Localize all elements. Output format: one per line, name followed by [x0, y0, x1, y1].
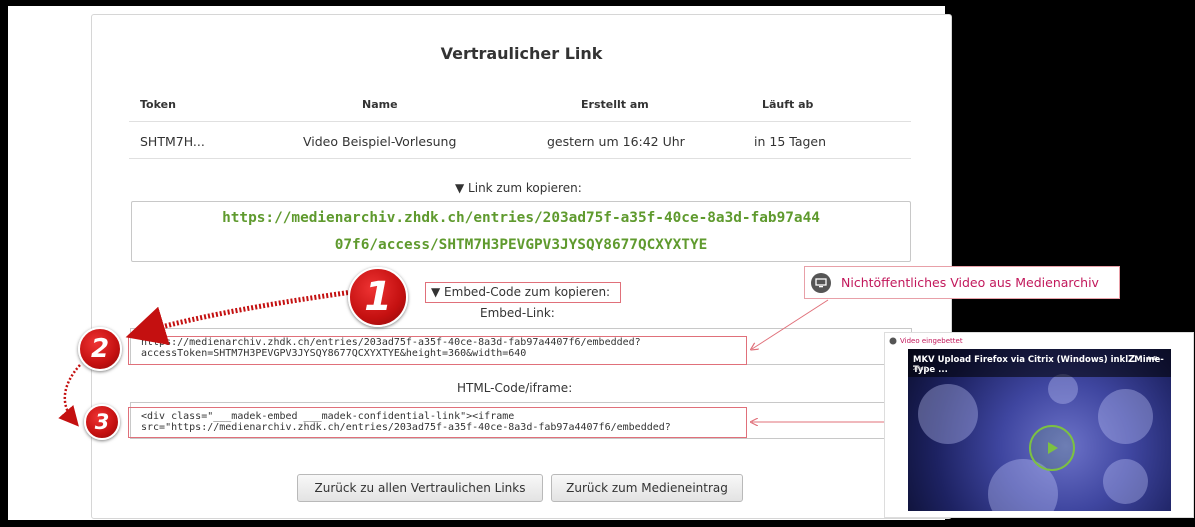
arrow-marker2-to-marker3	[58, 364, 81, 427]
video-header: MKV Upload Firefox via Citrix (Windows) …	[908, 349, 1171, 377]
display-icon	[811, 272, 831, 293]
video-panel-label: Video eingebettet	[900, 337, 963, 345]
embedded-video-preview: Video eingebettet MKV Upload Firefox via…	[884, 332, 1194, 518]
callout-text: Nichtöffentliches Video aus Medienarchiv	[841, 275, 1099, 290]
video-channel: ZHdK	[913, 366, 927, 372]
arrow-marker1-to-embed-link	[125, 289, 353, 345]
info-icon	[889, 337, 897, 345]
video-logo: Z	[1128, 354, 1136, 365]
screenshot-stage: Vertraulicher Link Token Name Erstellt a…	[0, 0, 1195, 527]
play-button[interactable]	[1029, 425, 1075, 471]
play-icon	[1048, 442, 1058, 454]
step-marker-1: 1	[348, 267, 408, 327]
step-marker-2: 2	[78, 327, 122, 371]
video-player[interactable]: MKV Upload Firefox via Citrix (Windows) …	[908, 349, 1171, 511]
pointer-callout-to-embed	[752, 299, 829, 349]
video-logo-small: hdk	[1148, 356, 1159, 362]
video-panel-header: Video eingebettet	[885, 333, 1195, 349]
step-marker-3: 3	[84, 404, 120, 440]
video-title[interactable]: MKV Upload Firefox via Citrix (Windows) …	[913, 355, 1164, 375]
non-public-video-callout: Nichtöffentliches Video aus Medienarchiv	[804, 266, 1120, 299]
